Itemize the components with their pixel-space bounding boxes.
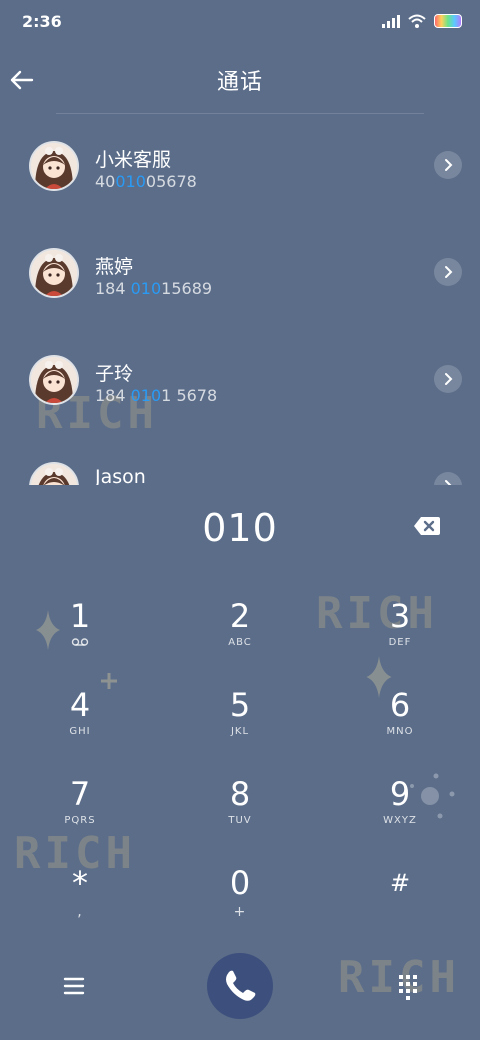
contact-number: 184 01015689 (95, 279, 213, 298)
status-icons (382, 14, 462, 28)
contact-name: 子玲 (95, 363, 134, 385)
contact-detail-button[interactable] (434, 151, 462, 179)
contact-item[interactable]: 小米客服 4001005678 (0, 115, 480, 219)
key-hash[interactable]: # (320, 857, 480, 946)
number-match: 010 (115, 172, 146, 191)
bottom-action-bar (0, 950, 480, 1040)
phone-icon (226, 970, 256, 1001)
key-8[interactable]: 8 TUV (160, 768, 320, 857)
contact-name: 燕婷 (95, 256, 134, 278)
avatar (31, 357, 77, 403)
key-digit: # (389, 869, 411, 897)
call-button[interactable] (207, 953, 273, 1019)
chevron-right-icon (445, 266, 453, 278)
status-time: 2:36 (22, 12, 62, 31)
key-star[interactable]: * , (0, 857, 160, 946)
contact-number: 4001005678 (95, 172, 197, 191)
number-match: 010 (130, 279, 162, 298)
chevron-right-icon (445, 373, 453, 385)
key-7[interactable]: 7 PQRS (0, 768, 160, 857)
dial-keypad: 1 2 ABC 3 DEF 4 GHI 5 JKL 6 MNO 7 PQRS 8… (0, 590, 480, 946)
key-digit: 7 (69, 775, 91, 813)
key-letters: TUV (228, 815, 252, 826)
number-match: 010 (130, 386, 162, 405)
key-letters: , (77, 904, 83, 920)
key-5[interactable]: 5 JKL (160, 679, 320, 768)
key-9[interactable]: 9 WXYZ (320, 768, 480, 857)
key-digit: 9 (389, 775, 411, 813)
dial-input-display[interactable]: 010 (0, 500, 480, 556)
key-3[interactable]: 3 DEF (320, 590, 480, 679)
page-title: 通话 (216, 70, 263, 95)
avatar (31, 143, 77, 189)
chevron-right-icon (445, 480, 452, 485)
key-digit: 6 (389, 686, 411, 724)
contact-item[interactable]: 子玲 184 0101 5678 (0, 329, 480, 433)
key-4[interactable]: 4 GHI (0, 679, 160, 768)
key-digit: 3 (389, 597, 411, 635)
contact-detail-button[interactable] (434, 365, 462, 393)
header-divider (56, 113, 424, 114)
contact-number: 184 0101 5678 (95, 386, 218, 405)
backspace-icon (414, 517, 440, 535)
battery-icon (434, 14, 462, 28)
status-bar: 2:36 (0, 0, 480, 44)
key-digit: 2 (229, 597, 251, 635)
key-digit: 8 (229, 775, 251, 813)
key-digit: 1 (69, 597, 91, 635)
key-letters: DEF (388, 637, 412, 648)
dialpad-toggle-button[interactable] (392, 970, 424, 1002)
key-6[interactable]: 6 MNO (320, 679, 480, 768)
contact-item[interactable]: 燕婷 184 01015689 (0, 222, 480, 326)
menu-icon (63, 977, 85, 995)
avatar (31, 464, 77, 485)
chevron-right-icon (445, 159, 453, 171)
contact-item[interactable]: Jason (0, 436, 480, 485)
signal-icon (382, 14, 400, 28)
key-digit: 5 (229, 686, 251, 724)
header: 通话 (0, 50, 480, 110)
key-digit: 4 (69, 686, 91, 724)
voicemail-icon (71, 638, 89, 646)
key-2[interactable]: 2 ABC (160, 590, 320, 679)
avatar (31, 250, 77, 296)
key-1[interactable]: 1 (0, 590, 160, 679)
key-letters: MNO (386, 726, 414, 737)
contact-list[interactable]: 小米客服 4001005678 燕婷 184 01015689 子玲 184 0… (0, 115, 480, 485)
wifi-icon (408, 14, 426, 28)
backspace-button[interactable] (412, 514, 442, 538)
contact-name: Jason (95, 466, 146, 485)
key-letters: WXYZ (383, 815, 417, 826)
contact-detail-button[interactable] (434, 472, 462, 485)
key-digit: * (72, 864, 88, 902)
dialpad-grid-icon (399, 975, 417, 1000)
contact-detail-button[interactable] (434, 258, 462, 286)
menu-button[interactable] (58, 972, 90, 1000)
key-digit: 0 (229, 864, 251, 902)
contact-name: 小米客服 (95, 149, 172, 171)
key-letters: + (233, 904, 247, 920)
key-letters: GHI (69, 726, 91, 737)
key-0[interactable]: 0 + (160, 857, 320, 946)
key-letters: PQRS (64, 815, 96, 826)
key-letters: ABC (228, 637, 252, 648)
key-letters: JKL (230, 726, 250, 737)
